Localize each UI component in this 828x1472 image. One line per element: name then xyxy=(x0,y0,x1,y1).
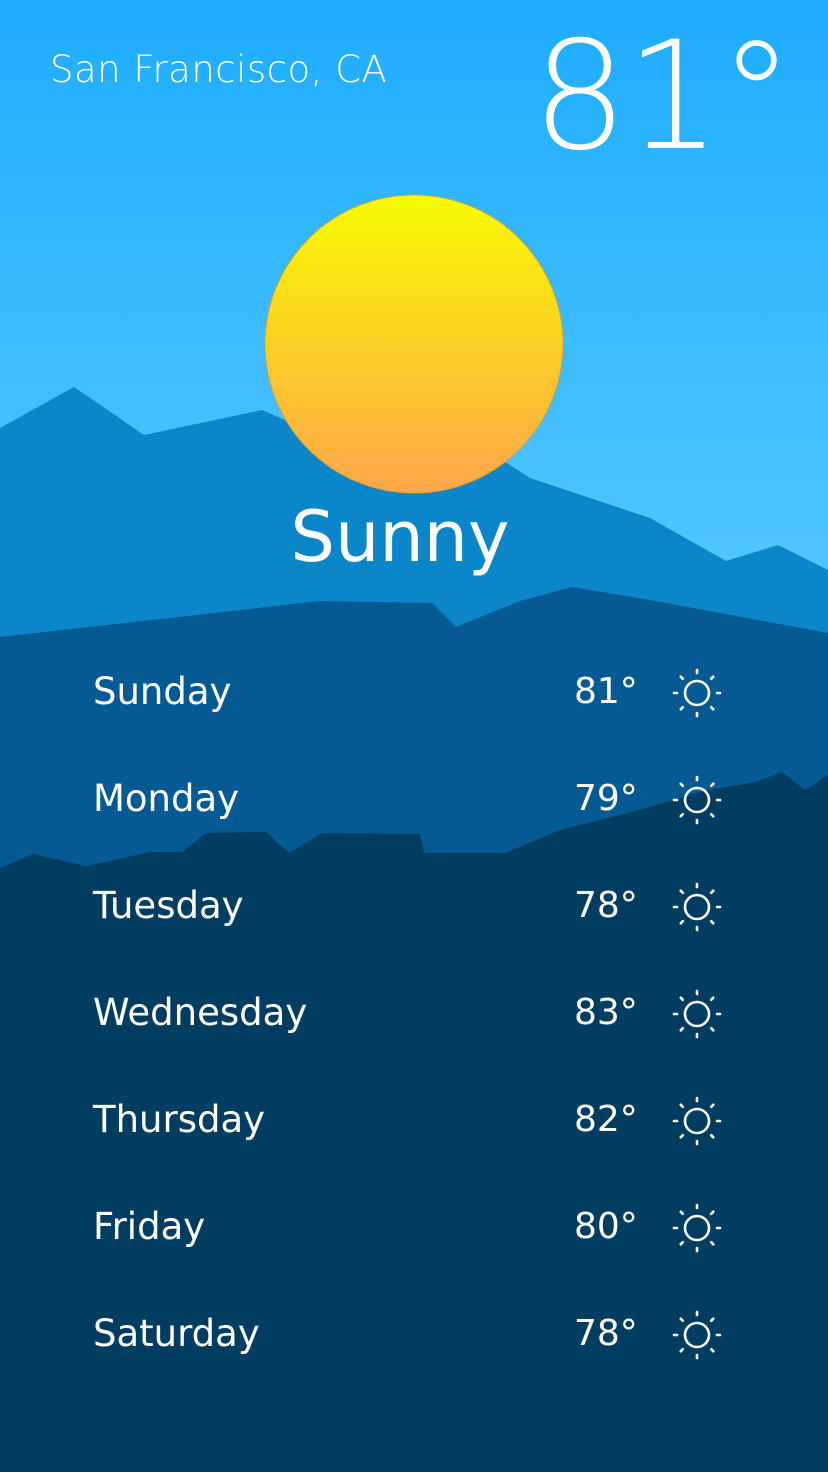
forecast-row-saturday: Saturday 78° xyxy=(0,1280,828,1387)
forecast-day: Tuesday xyxy=(93,884,244,927)
sun-outline-icon xyxy=(670,1094,724,1148)
forecast-temp: 82° xyxy=(574,1099,638,1140)
forecast-temp: 83° xyxy=(574,992,638,1033)
forecast-day: Saturday xyxy=(93,1312,260,1355)
forecast-list: Sunday 81° Monday 79° Tuesday 78° Wednes… xyxy=(0,638,828,1387)
forecast-temp: 78° xyxy=(574,885,638,926)
condition-label: Sunny xyxy=(290,496,510,578)
forecast-day: Thursday xyxy=(93,1098,266,1141)
forecast-row-tuesday: Tuesday 78° xyxy=(0,852,828,959)
forecast-temp: 81° xyxy=(574,671,638,712)
forecast-temp: 78° xyxy=(574,1313,638,1354)
sun-icon xyxy=(264,194,564,494)
forecast-day: Friday xyxy=(93,1205,206,1248)
sun-outline-icon xyxy=(670,773,724,827)
forecast-row-sunday: Sunday 81° xyxy=(0,638,828,745)
forecast-row-friday: Friday 80° xyxy=(0,1173,828,1280)
forecast-day: Wednesday xyxy=(93,991,308,1034)
current-temperature: 81° xyxy=(532,10,794,184)
forecast-day: Sunday xyxy=(93,670,232,713)
forecast-day: Monday xyxy=(93,777,240,820)
sun-outline-icon xyxy=(670,1201,724,1255)
sun-outline-icon xyxy=(670,1308,724,1362)
location-label: San Francisco, CA xyxy=(50,48,388,91)
forecast-row-monday: Monday 79° xyxy=(0,745,828,852)
sun-outline-icon xyxy=(670,880,724,934)
sun-outline-icon xyxy=(670,666,724,720)
forecast-row-wednesday: Wednesday 83° xyxy=(0,959,828,1066)
forecast-temp: 80° xyxy=(574,1206,638,1247)
forecast-temp: 79° xyxy=(574,778,638,819)
sun-outline-icon xyxy=(670,987,724,1041)
weather-app: San Francisco, CA 81° Sunny Sunday 81° M… xyxy=(0,0,828,1472)
forecast-row-thursday: Thursday 82° xyxy=(0,1066,828,1173)
